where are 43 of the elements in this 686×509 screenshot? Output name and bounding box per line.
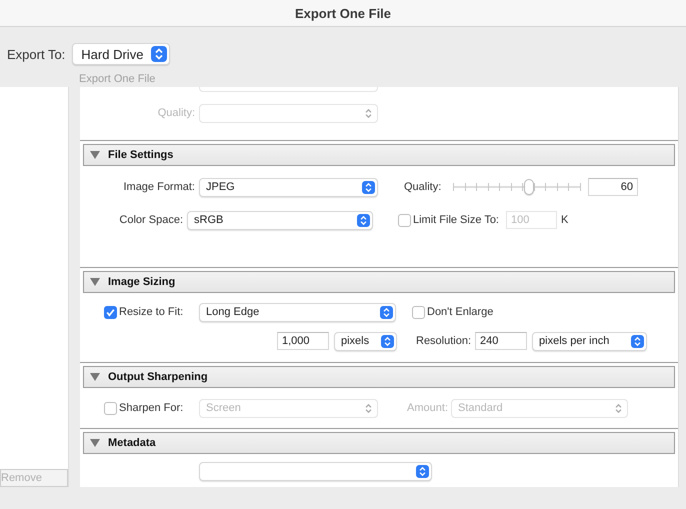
size-unit-dropdown[interactable]: pixels bbox=[334, 332, 397, 350]
quality-label: Quality: bbox=[156, 107, 195, 119]
dropdown[interactable] bbox=[199, 462, 432, 480]
stepper-icon bbox=[416, 464, 429, 478]
dont-enlarge-label: Don't Enlarge bbox=[427, 306, 494, 318]
limit-file-size-label: Limit File Size To: bbox=[413, 214, 499, 226]
quality-field[interactable]: 60 bbox=[588, 178, 638, 196]
stepper-icon bbox=[362, 180, 375, 194]
stepper-icon bbox=[631, 334, 644, 348]
section-title: Metadata bbox=[108, 437, 156, 449]
color-space-dropdown[interactable]: sRGB bbox=[187, 210, 373, 230]
section-title: Output Sharpening bbox=[108, 371, 208, 383]
image-format-label: Image Format: bbox=[122, 181, 195, 193]
stepper-icon bbox=[381, 334, 394, 348]
resolution-field[interactable]: 240 bbox=[475, 332, 528, 350]
quality-slider[interactable] bbox=[453, 179, 580, 195]
size-field[interactable]: 1,000 bbox=[277, 332, 329, 350]
section-title: File Settings bbox=[108, 149, 174, 161]
section-header[interactable]: Output Sharpening bbox=[83, 366, 675, 388]
stepper-icon bbox=[380, 306, 393, 318]
slider-thumb[interactable] bbox=[524, 179, 534, 195]
image-format-dropdown[interactable]: JPEG bbox=[199, 178, 378, 196]
resize-mode-dropdown[interactable]: Long Edge bbox=[199, 302, 396, 322]
export-to-dropdown[interactable]: Hard Drive bbox=[72, 43, 170, 65]
section-title: Image Sizing bbox=[108, 276, 176, 288]
unit-label: K bbox=[561, 214, 568, 226]
color-space-label: Color Space: bbox=[118, 214, 183, 226]
section-header[interactable]: Metadata bbox=[83, 432, 675, 454]
quality-label: Quality: bbox=[404, 181, 442, 193]
resolution-unit-dropdown[interactable]: pixels per inch bbox=[532, 332, 648, 350]
export-to-label: Export To: bbox=[7, 46, 66, 62]
checkbox[interactable] bbox=[104, 306, 117, 318]
resolution-label: Resolution: bbox=[416, 335, 472, 347]
resize-to-fit-label: Resize to Fit: bbox=[119, 306, 184, 318]
section-header[interactable]: File Settings bbox=[83, 144, 675, 166]
window-title: Export One File bbox=[294, 6, 392, 20]
preset-caption: Export One File bbox=[79, 73, 156, 87]
sharpen-for-label: Sharpen For: bbox=[119, 402, 184, 414]
checkbox[interactable] bbox=[412, 306, 425, 318]
amount-label: Amount: bbox=[406, 402, 448, 414]
stepper-icon bbox=[357, 214, 370, 226]
stepper-icon bbox=[151, 46, 168, 62]
section-header[interactable]: Image Sizing bbox=[83, 271, 675, 293]
